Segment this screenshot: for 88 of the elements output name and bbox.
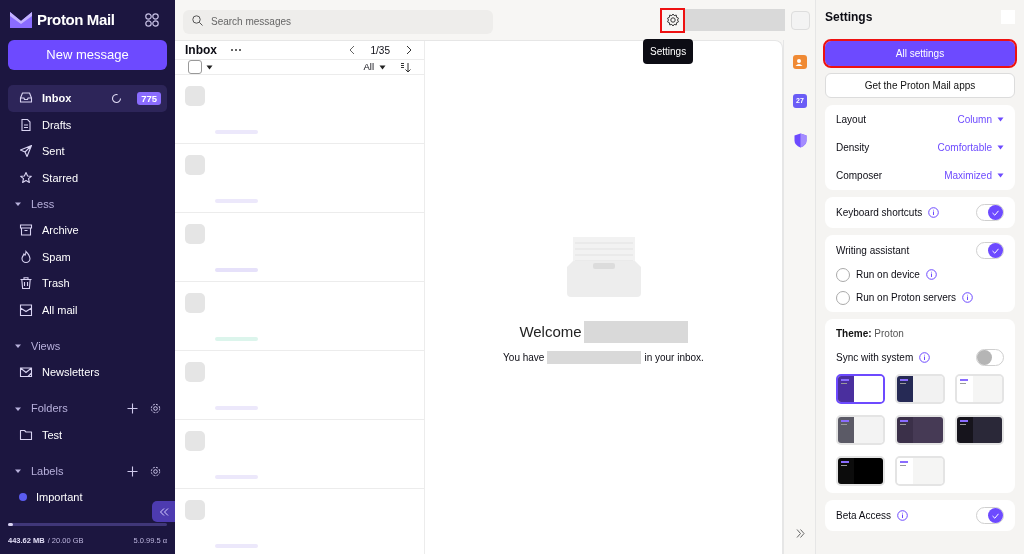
section-toggle[interactable]: Folders — [14, 400, 127, 417]
inbox-summary-start: You have — [503, 350, 545, 365]
section-toggle[interactable]: Less — [14, 195, 161, 213]
chevron-left-icon[interactable] — [348, 45, 355, 55]
toggle-switch[interactable] — [976, 242, 1004, 259]
toggle-switch[interactable] — [976, 507, 1004, 524]
search-field[interactable]: Search messages — [183, 9, 493, 34]
search-icon — [192, 14, 203, 26]
info-icon — [897, 510, 909, 521]
pagination-text: 1/35 — [370, 43, 390, 58]
setting-dropdown[interactable]: Comfortable — [937, 140, 1004, 155]
settings-button[interactable] — [660, 7, 685, 33]
caret-icon — [14, 200, 22, 208]
chevron-right-icon[interactable] — [406, 45, 412, 55]
plus-icon[interactable] — [127, 465, 138, 477]
select-all-checkbox[interactable] — [188, 60, 202, 75]
caret-icon — [14, 467, 22, 475]
info-icon — [928, 207, 940, 218]
avatar-placeholder — [185, 431, 205, 452]
sidebar-item[interactable]: Test — [8, 421, 167, 448]
more-icon[interactable] — [230, 48, 242, 52]
sidebar-item[interactable]: Spam — [8, 243, 167, 270]
avatar-placeholder — [185, 155, 205, 176]
caret-icon — [14, 342, 22, 350]
theme-thumbnail[interactable] — [836, 374, 886, 404]
sidebar-item[interactable]: Archive — [8, 217, 167, 244]
filter-dropdown[interactable]: All — [363, 60, 386, 75]
settings-title: Settings — [825, 9, 873, 26]
settings-icon — [665, 13, 680, 27]
caret-icon — [997, 117, 1004, 122]
double-chevron-left-icon — [158, 507, 169, 516]
new-message-button[interactable]: New message — [8, 40, 167, 70]
sidebar-item[interactable]: Newsletters — [8, 359, 167, 386]
check-icon — [992, 247, 999, 254]
info-icon — [919, 352, 931, 363]
info-icon — [925, 269, 937, 280]
list-title: Inbox — [185, 42, 217, 59]
settings-icon[interactable] — [150, 465, 161, 477]
avatar-placeholder — [185, 224, 205, 245]
sidebar-item[interactable]: Trash — [8, 270, 167, 297]
setting-label: Beta Access — [836, 509, 892, 523]
settings-tooltip: Settings — [643, 39, 694, 64]
double-chevron-right-icon[interactable] — [795, 529, 805, 538]
setting-label: Density — [836, 141, 871, 155]
sidebar-item[interactable]: Starred — [8, 164, 167, 191]
plus-icon[interactable] — [127, 403, 138, 414]
section-toggle[interactable]: Views — [14, 337, 161, 355]
setting-dropdown[interactable]: Column — [957, 112, 1004, 127]
section-toggle[interactable]: Labels — [14, 462, 127, 480]
shield-icon[interactable] — [793, 133, 807, 148]
get-apps-button[interactable]: Get the Proton Mail apps — [825, 73, 1015, 98]
check-icon — [992, 512, 999, 519]
option-label: Run on device — [856, 268, 920, 282]
apps-grid-icon[interactable] — [145, 13, 159, 27]
avatar-placeholder — [185, 293, 205, 314]
caret-icon — [379, 64, 386, 70]
setting-dropdown[interactable]: Maximized — [944, 168, 1004, 183]
avatar-placeholder — [185, 500, 205, 521]
avatar-placeholder — [185, 362, 205, 383]
toggle-switch[interactable] — [976, 349, 1004, 366]
caret-icon — [997, 173, 1004, 178]
settings-icon[interactable] — [150, 403, 161, 414]
caret-icon[interactable] — [206, 64, 213, 70]
sidebar-item[interactable]: All mail — [8, 296, 167, 323]
toggle-switch[interactable] — [976, 204, 1004, 221]
collapse-sidebar-button[interactable] — [152, 501, 175, 522]
envelope-logo-icon — [10, 12, 32, 28]
info-icon — [962, 292, 974, 303]
setting-label: Composer — [836, 169, 884, 183]
option-label: Run on Proton servers — [856, 291, 957, 305]
setting-label: Layout — [836, 113, 868, 127]
setting-label: Writing assistant — [836, 244, 910, 258]
sidebar-item[interactable]: Sent — [8, 138, 167, 165]
setting-label: Keyboard shortcuts — [836, 206, 923, 220]
theme-heading: Theme: Proton — [836, 327, 905, 341]
sidebar-item[interactable]: Drafts — [8, 111, 167, 138]
welcome-heading: Welcome — [519, 322, 582, 342]
all-settings-button[interactable]: All settings — [825, 41, 1015, 66]
refresh-icon — [111, 92, 123, 104]
brand-name: Proton Mail — [37, 9, 115, 30]
check-icon — [992, 209, 999, 216]
caret-icon — [997, 145, 1004, 150]
unread-count: 775 — [137, 91, 161, 105]
sidebar-item[interactable]: Inbox 775 — [8, 85, 167, 112]
avatar-placeholder — [185, 86, 205, 107]
setting-label: Sync with system — [836, 351, 914, 365]
inbox-summary-end: in your inbox. — [644, 350, 704, 365]
sort-icon[interactable] — [400, 61, 411, 73]
